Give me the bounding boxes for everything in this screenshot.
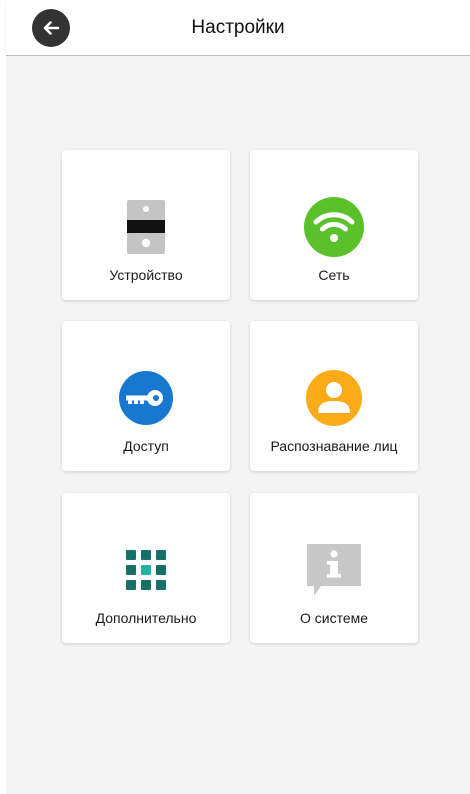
- page-title: Настройки: [191, 17, 285, 38]
- wifi-icon: [304, 197, 364, 257]
- app-header: Настройки: [6, 0, 470, 56]
- grid-icon: [126, 550, 166, 590]
- tile-network[interactable]: Сеть: [250, 150, 418, 300]
- person-icon: [306, 370, 362, 426]
- settings-screen: Настройки Устройство Сеть Доступ Распозн…: [0, 0, 470, 794]
- tile-access[interactable]: Доступ: [62, 321, 230, 471]
- tile-label: Доступ: [123, 438, 169, 454]
- tile-label: Устройство: [109, 267, 183, 283]
- intercom-device-icon: [127, 200, 165, 254]
- key-icon: [119, 371, 173, 425]
- tile-about-system[interactable]: О системе: [250, 493, 418, 643]
- tile-additional[interactable]: Дополнительно: [62, 493, 230, 643]
- tile-face-recognition[interactable]: Распознавание лиц: [250, 321, 418, 471]
- tile-device[interactable]: Устройство: [62, 150, 230, 300]
- settings-grid: Устройство Сеть Доступ Распознавание лиц…: [6, 56, 470, 794]
- tile-label: Дополнительно: [95, 610, 197, 626]
- tile-label: О системе: [299, 610, 369, 626]
- info-icon: [307, 544, 361, 596]
- tile-label: Распознавание лиц: [270, 438, 398, 454]
- tile-label: Сеть: [318, 267, 350, 283]
